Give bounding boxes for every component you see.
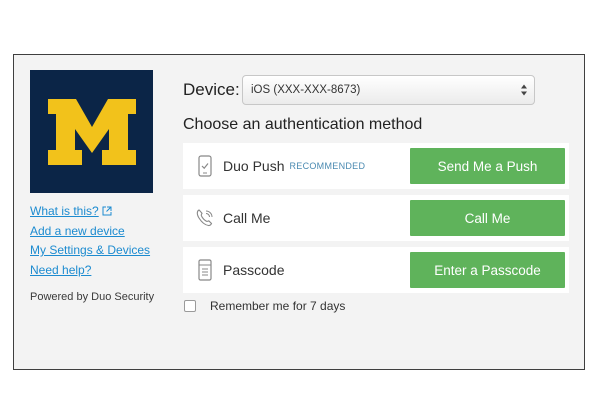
auth-method-heading: Choose an authentication method — [183, 116, 423, 133]
method-row-call-me: Call Me Call Me — [183, 195, 569, 241]
phone-call-icon — [195, 206, 215, 230]
passcode-icon — [195, 258, 215, 282]
add-device-link[interactable]: Add a new device — [30, 222, 150, 242]
method-row-duo-push: Duo Push RECOMMENDED Send Me a Push — [183, 143, 569, 189]
powered-by-text: Powered by Duo Security — [30, 291, 155, 303]
select-arrows-icon — [521, 84, 527, 96]
need-help-link[interactable]: Need help? — [30, 261, 150, 281]
what-is-this-label: What is this? — [30, 204, 99, 218]
method-label-call-me: Call Me — [223, 210, 271, 226]
send-push-button[interactable]: Send Me a Push — [410, 148, 565, 184]
device-row: Device: iOS (XXX-XXX-8673) — [183, 75, 535, 105]
method-label-passcode: Passcode — [223, 262, 285, 278]
method-row-passcode: Passcode Enter a Passcode — [183, 247, 569, 293]
phone-push-icon — [195, 154, 215, 178]
duo-auth-frame: What is this? Add a new device My Settin… — [13, 54, 585, 370]
device-select-value: iOS (XXX-XXX-8673) — [251, 84, 361, 96]
settings-devices-link[interactable]: My Settings & Devices — [30, 241, 150, 261]
enter-passcode-button[interactable]: Enter a Passcode — [410, 252, 565, 288]
what-is-this-link[interactable]: What is this? — [30, 202, 150, 222]
device-label: Device: — [183, 80, 240, 99]
help-links: What is this? Add a new device My Settin… — [30, 202, 150, 280]
remember-me-checkbox[interactable] — [184, 300, 196, 312]
remember-me-row: Remember me for 7 days — [184, 299, 345, 313]
university-logo — [30, 70, 153, 193]
remember-me-label: Remember me for 7 days — [210, 299, 346, 313]
device-select[interactable]: iOS (XXX-XXX-8673) — [242, 75, 535, 105]
recommended-badge: RECOMMENDED — [289, 161, 366, 171]
block-m-logo-icon — [47, 98, 136, 165]
method-label-duo-push: Duo Push — [223, 158, 285, 174]
external-link-icon — [102, 206, 112, 216]
call-me-button[interactable]: Call Me — [410, 200, 565, 236]
